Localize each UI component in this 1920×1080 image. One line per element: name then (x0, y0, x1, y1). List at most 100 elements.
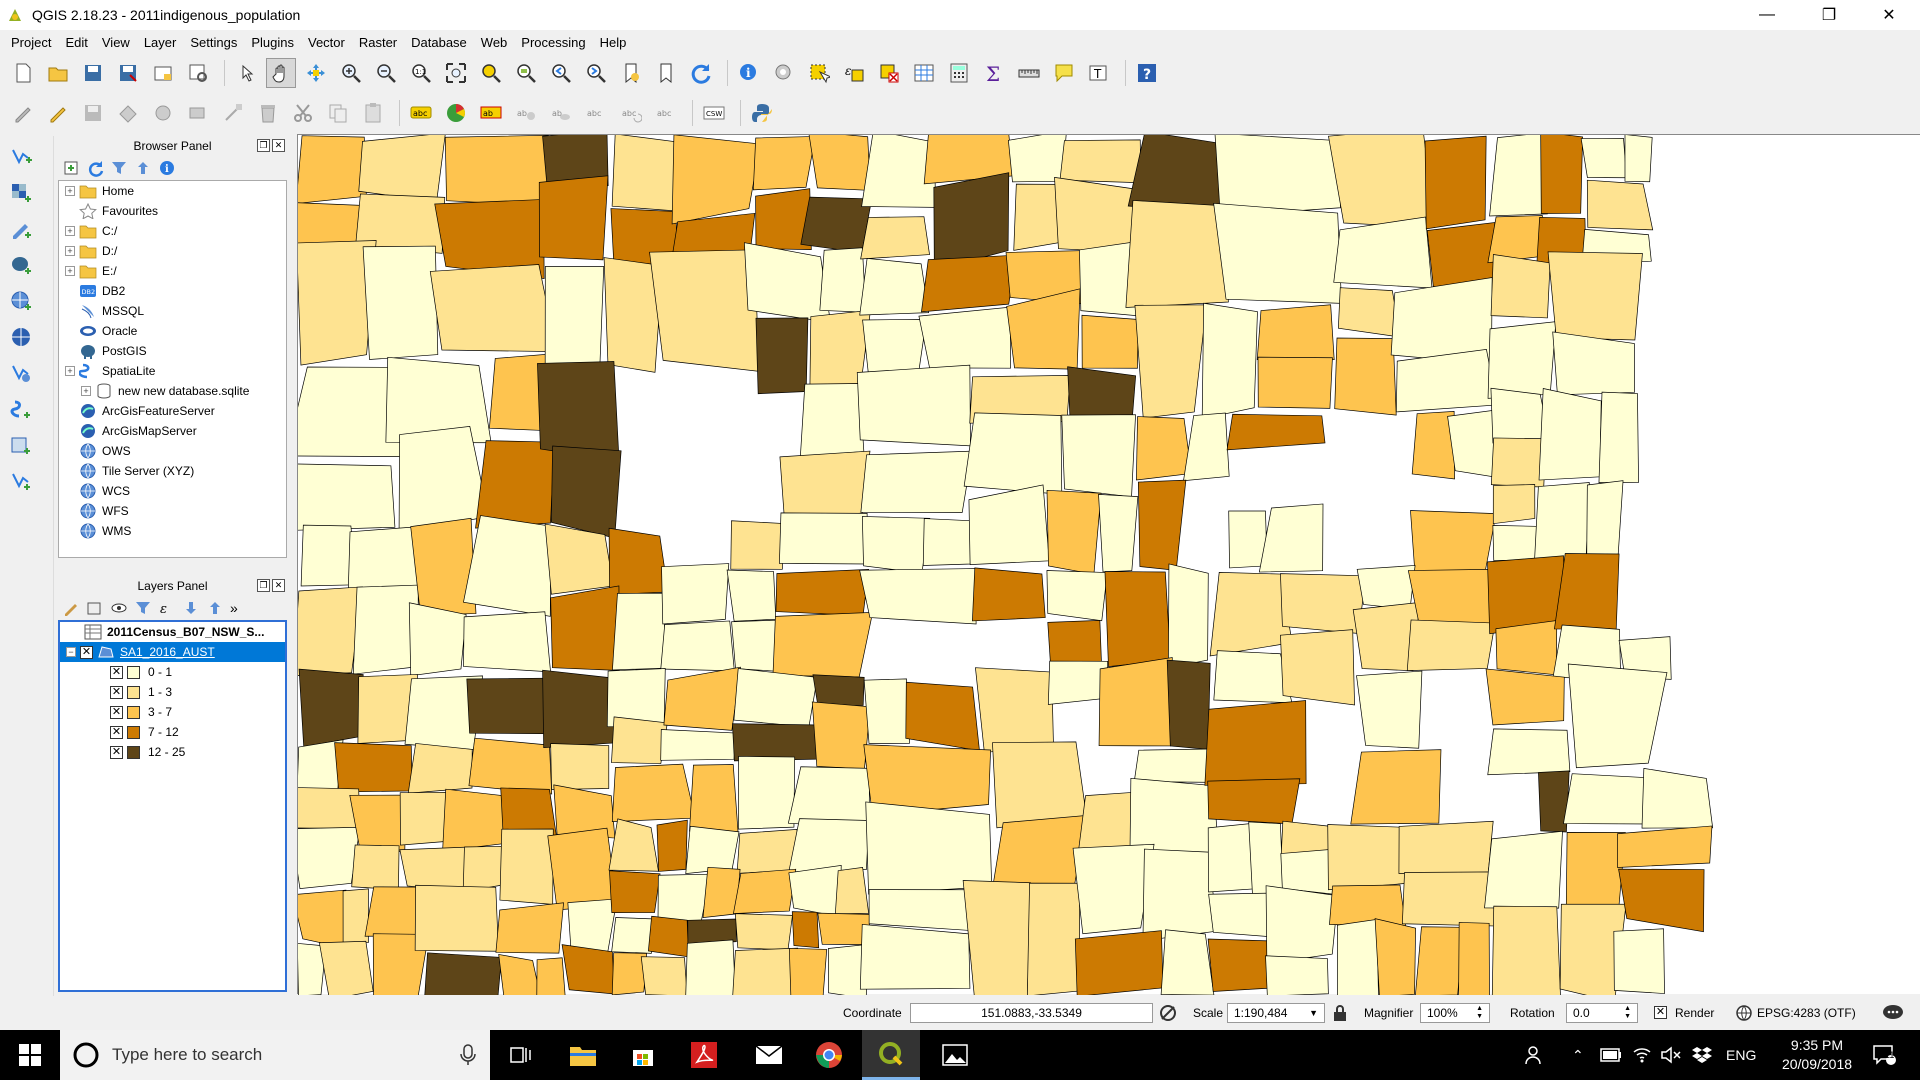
add-spatialite-button[interactable] (6, 394, 36, 424)
float-panel-button[interactable]: ❐ (257, 579, 270, 592)
battery-icon[interactable] (1600, 1030, 1622, 1080)
start-button[interactable] (0, 1030, 60, 1080)
add-group-icon[interactable] (86, 599, 104, 617)
zoom-actual-size-button[interactable]: 1:1 (406, 58, 436, 88)
save-as-button[interactable] (113, 58, 143, 88)
zoom-next-button[interactable] (581, 58, 611, 88)
menu-web[interactable]: Web (474, 35, 515, 50)
chrome-app[interactable] (800, 1030, 858, 1080)
legend-item[interactable]: ✕ 0 - 1 (60, 662, 285, 682)
show-hidden-icons[interactable]: ⌃ (1572, 1030, 1584, 1080)
new-bookmark-button[interactable] (616, 58, 646, 88)
select-by-expression-button[interactable]: ε (839, 58, 869, 88)
render-checkbox[interactable]: ✕ (1654, 1006, 1667, 1019)
task-view-button[interactable] (492, 1030, 550, 1080)
menu-database[interactable]: Database (404, 35, 474, 50)
browser-item-arcgismapserver[interactable]: ArcGisMapServer (59, 421, 286, 441)
cut-features-button[interactable] (288, 98, 318, 128)
choropleth-map[interactable] (285, 127, 1920, 1003)
legend-checkbox[interactable]: ✕ (110, 665, 123, 679)
move-feature-button[interactable] (148, 98, 178, 128)
close-panel-button[interactable]: ✕ (272, 579, 285, 592)
close-panel-button[interactable]: ✕ (272, 139, 285, 152)
paste-features-button[interactable] (358, 98, 388, 128)
browser-item-tile-server-xyz[interactable]: Tile Server (XYZ) (59, 461, 286, 481)
browser-item-favourites[interactable]: Favourites (59, 201, 286, 221)
browser-item-wcs[interactable]: WCS (59, 481, 286, 501)
show-hide-labels-button[interactable]: ab (546, 98, 576, 128)
browser-item-d[interactable]: + D:/ (59, 241, 286, 261)
more-tools-icon[interactable]: » (230, 600, 238, 616)
delete-selected-button[interactable] (253, 98, 283, 128)
layer-item-sa1[interactable]: − ✕ SA1_2016_AUST (60, 642, 285, 662)
browser-item-wfs[interactable]: WFS (59, 501, 286, 521)
text-annotation-button[interactable]: T (1084, 58, 1114, 88)
browser-item-arcgisfeatureserver[interactable]: ArcGisFeatureServer (59, 401, 286, 421)
expand-button[interactable]: + (65, 226, 75, 236)
pan-map-button[interactable] (266, 58, 296, 88)
new-project-button[interactable] (8, 58, 38, 88)
browser-item-postgis[interactable]: PostGIS (59, 341, 286, 361)
zoom-to-selection-button[interactable] (476, 58, 506, 88)
python-console-button[interactable] (747, 98, 777, 128)
add-vector-layer-button[interactable] (6, 142, 36, 172)
menu-project[interactable]: Project (4, 35, 58, 50)
legend-item[interactable]: ✕ 7 - 12 (60, 722, 285, 742)
field-calculator-button[interactable] (944, 58, 974, 88)
composer-manager-button[interactable] (183, 58, 213, 88)
legend-item[interactable]: ✕ 3 - 7 (60, 702, 285, 722)
close-button[interactable]: ✕ (1866, 0, 1912, 30)
legend-checkbox[interactable]: ✕ (110, 705, 123, 719)
filter-icon[interactable] (110, 159, 128, 177)
move-label-button[interactable]: abc (581, 98, 611, 128)
add-wcs-button[interactable] (6, 322, 36, 352)
volume-muted-icon[interactable] (1660, 1030, 1682, 1080)
layer-diagram-button[interactable] (441, 98, 471, 128)
layer-item-table[interactable]: 2011Census_B07_NSW_S... (60, 622, 285, 642)
action-center-icon[interactable]: 11 (1872, 1030, 1896, 1080)
help-button[interactable]: ? (1132, 58, 1162, 88)
adobe-reader-app[interactable] (675, 1030, 733, 1080)
zoom-full-button[interactable] (441, 58, 471, 88)
expand-button[interactable]: + (65, 266, 75, 276)
toggle-editing-button[interactable] (43, 98, 73, 128)
legend-item[interactable]: ✕ 1 - 3 (60, 682, 285, 702)
expand-button[interactable]: + (65, 246, 75, 256)
layer-labeling-button[interactable]: abc (406, 98, 436, 128)
browser-item-oracle[interactable]: Oracle (59, 321, 286, 341)
style-manager-icon[interactable] (62, 599, 80, 617)
maximize-button[interactable]: ❐ (1806, 0, 1852, 30)
lock-icon[interactable] (1332, 1004, 1348, 1022)
people-icon[interactable] (1524, 1030, 1544, 1080)
map-canvas[interactable] (285, 127, 1920, 1003)
photos-app[interactable] (926, 1030, 984, 1080)
save-layer-edits-button[interactable] (78, 98, 108, 128)
add-delimited-text-button[interactable] (6, 214, 36, 244)
input-language[interactable]: ENG (1726, 1030, 1756, 1080)
collapse-layer-button[interactable]: − (66, 647, 76, 657)
new-shapefile-button[interactable] (6, 466, 36, 496)
select-features-button[interactable] (804, 58, 834, 88)
add-feature-button[interactable] (113, 98, 143, 128)
layer-visibility-checkbox[interactable]: ✕ (80, 645, 93, 659)
browser-item-e[interactable]: + E:/ (59, 261, 286, 281)
current-edits-button[interactable] (8, 98, 38, 128)
open-project-button[interactable] (43, 58, 73, 88)
properties-icon[interactable]: i (158, 159, 176, 177)
minimize-button[interactable]: — (1744, 0, 1790, 30)
qgis-app[interactable] (862, 1030, 920, 1080)
zoom-to-layer-button[interactable] (511, 58, 541, 88)
browser-item-spatialite[interactable]: + SpatiaLite (59, 361, 286, 381)
zoom-last-button[interactable] (546, 58, 576, 88)
float-panel-button[interactable]: ❐ (257, 139, 270, 152)
rotation-spinbox[interactable]: 0.0 ▲ ▼ (1566, 1003, 1638, 1023)
rotate-label-button[interactable]: abc (616, 98, 646, 128)
crs-label[interactable]: EPSG:4283 (OTF) (1757, 1006, 1856, 1020)
browser-item-home[interactable]: + Home (59, 181, 286, 201)
menu-plugins[interactable]: Plugins (244, 35, 301, 50)
add-postgis-button[interactable] (6, 250, 36, 280)
deselect-features-button[interactable] (874, 58, 904, 88)
menu-vector[interactable]: Vector (301, 35, 352, 50)
toggle-extent-icon[interactable] (1158, 1003, 1178, 1023)
expand-button[interactable]: + (65, 366, 75, 376)
